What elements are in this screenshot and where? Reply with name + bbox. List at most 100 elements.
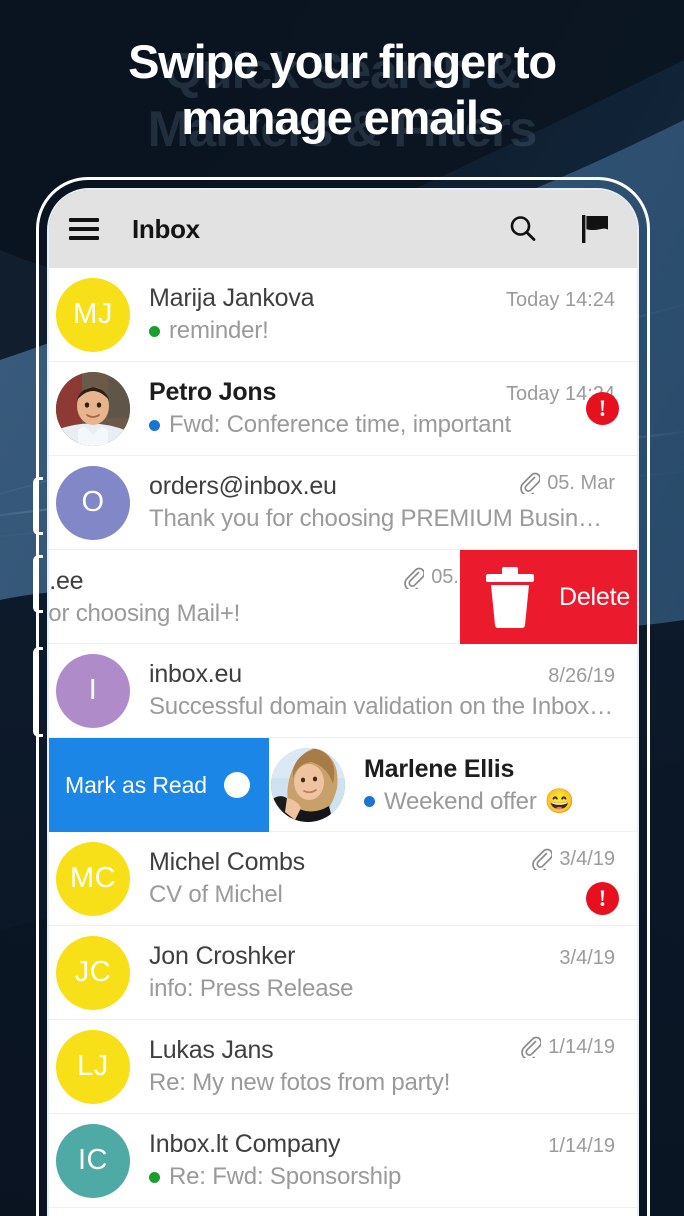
- list-item[interactable]: Mark as Read Marlene Ellis Weekend offer 😄: [49, 738, 637, 832]
- row-meta: 3/4/19: [549, 947, 615, 970]
- avatar-photo: [271, 748, 345, 822]
- list-item[interactable]: JC Jon Croshker 3/4/19 info: Press Release: [49, 926, 637, 1020]
- email-bottom-line: k you for choosing Mail+!: [49, 600, 499, 628]
- priority-badge: !: [586, 882, 619, 915]
- email-subject: Thank you for choosing PREMIUM Busines…: [149, 505, 615, 533]
- list-item[interactable]: Petro Jons Today 14:24 Fwd: Conference tim…: [49, 362, 637, 456]
- email-date: 3/4/19: [559, 947, 615, 969]
- email-sender: Marlene Ellis: [364, 754, 515, 783]
- priority-badge: !: [586, 392, 619, 425]
- email-text-block: Marija Jankova Today 14:24 reminder!: [149, 284, 621, 345]
- email-top-line: Marija Jankova Today 14:24: [149, 284, 615, 313]
- delete-swipe-action[interactable]: Delete: [460, 550, 637, 644]
- row-meta: 3/4/19: [522, 848, 615, 871]
- avatar[interactable]: JC: [56, 935, 130, 1010]
- email-sender: orders@inbox.eu: [149, 472, 337, 501]
- email-bottom-line: Thank you for choosing PREMIUM Busines…: [149, 505, 615, 533]
- list-item[interactable]: IC Inbox.lt Company 1/14/19 Re: Fwd: Sponso…: [49, 1114, 637, 1208]
- avatar[interactable]: O: [56, 465, 130, 540]
- list-item[interactable]: MC Michel Combs 3/4/19 CV of Michel!: [49, 832, 637, 926]
- email-bottom-line: Weekend offer 😄: [364, 788, 615, 816]
- email-subject: k you for choosing Mail+!: [49, 599, 241, 627]
- email-top-line: inbox.eu 8/26/19: [149, 660, 615, 689]
- phone-screen: Inbox MJ Marija Jankova Today 14:24 reminde…: [49, 190, 637, 1216]
- avatar-initials: IC: [78, 1144, 108, 1176]
- email-bottom-line: info: Press Release: [149, 975, 615, 1003]
- email-top-line: orders@inbox.eu 05. Mar: [149, 472, 615, 502]
- avatar[interactable]: MC: [56, 841, 130, 916]
- avatar[interactable]: [271, 748, 345, 822]
- status-dot-green: [149, 1171, 160, 1183]
- attachment-icon: [532, 848, 553, 871]
- email-date: 8/26/19: [548, 665, 615, 687]
- flag-icon[interactable]: [575, 209, 615, 249]
- hamburger-menu-icon[interactable]: [69, 218, 99, 240]
- avatar-initials: I: [88, 674, 98, 706]
- email-bottom-line: Re: Fwd: Sponsorship: [149, 1163, 615, 1191]
- email-text-block: Jon Croshker 3/4/19 info: Press Release: [149, 942, 621, 1003]
- email-top-line: Inbox.lt Company 1/14/19: [149, 1130, 615, 1159]
- email-text-block: Lukas Jans 1/14/19 Re: My new fotos from p…: [149, 1036, 621, 1098]
- unread-circle-icon: [224, 772, 250, 798]
- email-top-line: Petro Jons Today 14:24: [149, 378, 615, 407]
- list-item[interactable]: MJ Marija Jankova Today 14:24 reminder!: [49, 268, 637, 362]
- avatar-initials: JC: [74, 956, 112, 988]
- status-dot-green: [149, 325, 160, 337]
- email-sender: Marija Jankova: [149, 284, 315, 312]
- avatar-initials: MC: [69, 862, 117, 894]
- attachment-icon: [520, 472, 541, 495]
- email-text-block: Petro Jons Today 14:24 Fwd: Conference tim…: [149, 378, 621, 439]
- email-date: 05. Mar: [547, 471, 615, 494]
- list-item[interactable]: LJ Lukas Jans 1/14/19 Re: My new fotos from…: [49, 1020, 637, 1114]
- email-date: 1/14/19: [548, 1035, 615, 1058]
- email-top-line: @mail.ee05. Mar: [49, 566, 499, 596]
- email-subject: Weekend offer: [384, 787, 537, 815]
- subject-emoji: 😄: [544, 787, 575, 815]
- status-dot-blue: [149, 419, 160, 431]
- list-item[interactable]: Iinbox.eu 8/26/19 Successful domain valida…: [49, 644, 637, 738]
- attachment-icon: [521, 1036, 542, 1059]
- email-text-block: Michel Combs 3/4/19 CV of Michel: [149, 848, 621, 910]
- email-subject: CV of Michel: [149, 881, 283, 909]
- mark-as-read-swipe-action[interactable]: Mark as Read: [49, 738, 269, 832]
- email-subject: Fwd: Conference time, important: [169, 411, 511, 438]
- row-meta: 05. Mar: [510, 472, 615, 495]
- avatar[interactable]: LJ: [56, 1029, 130, 1104]
- email-top-line: Lukas Jans 1/14/19: [149, 1036, 615, 1066]
- email-date: Today 14:24: [506, 289, 615, 311]
- email-sender: Jon Croshker: [149, 942, 296, 970]
- page-title: Inbox: [132, 213, 200, 244]
- email-bottom-line: Re: My new fotos from party!: [149, 1069, 615, 1097]
- email-list[interactable]: MJ Marija Jankova Today 14:24 reminder! Petr…: [49, 268, 637, 1216]
- email-date: 1/14/19: [548, 1135, 615, 1157]
- status-dot-blue: [364, 796, 375, 807]
- email-text-block: @mail.ee05. Mar k you for choosing Mail+!: [49, 550, 499, 644]
- attachment-icon: [404, 567, 425, 589]
- email-subject: info: Press Release: [149, 975, 354, 1002]
- email-sender: Petro Jons: [149, 378, 277, 406]
- email-top-line: Michel Combs 3/4/19: [149, 848, 615, 878]
- email-sender: Lukas Jans: [149, 1036, 274, 1065]
- email-bottom-line: reminder!: [149, 317, 615, 345]
- email-bottom-line: CV of Michel: [149, 881, 615, 909]
- email-bottom-line: Successful domain validation on the Inbo…: [149, 693, 615, 721]
- avatar-initials: LJ: [77, 1050, 109, 1082]
- email-bottom-line: Fwd: Conference time, important: [149, 411, 615, 439]
- avatar-initials: O: [81, 486, 105, 518]
- app-bar: Inbox: [49, 190, 637, 268]
- list-item[interactable]: Oorders@inbox.eu 05. Mar Thank you for cho…: [49, 456, 637, 550]
- avatar[interactable]: IC: [56, 1123, 130, 1198]
- list-item[interactable]: @mail.ee05. Mar k you for choosing Mail+!…: [49, 550, 637, 644]
- email-top-line: Jon Croshker 3/4/19: [149, 942, 615, 971]
- email-subject: Re: My new fotos from party!: [149, 1069, 451, 1097]
- avatar[interactable]: [56, 371, 130, 446]
- phone-mockup: Inbox MJ Marija Jankova Today 14:24 reminde…: [33, 177, 650, 1216]
- trash-icon: [486, 567, 534, 628]
- email-subject: reminder!: [169, 317, 269, 344]
- search-icon[interactable]: [503, 209, 543, 249]
- email-text-block: Inbox.lt Company 1/14/19 Re: Fwd: Sponsors…: [149, 1130, 621, 1191]
- email-text-block: inbox.eu 8/26/19 Successful domain validat…: [149, 660, 621, 721]
- avatar[interactable]: I: [56, 653, 130, 728]
- email-date: 3/4/19: [559, 847, 615, 870]
- avatar[interactable]: MJ: [56, 277, 130, 352]
